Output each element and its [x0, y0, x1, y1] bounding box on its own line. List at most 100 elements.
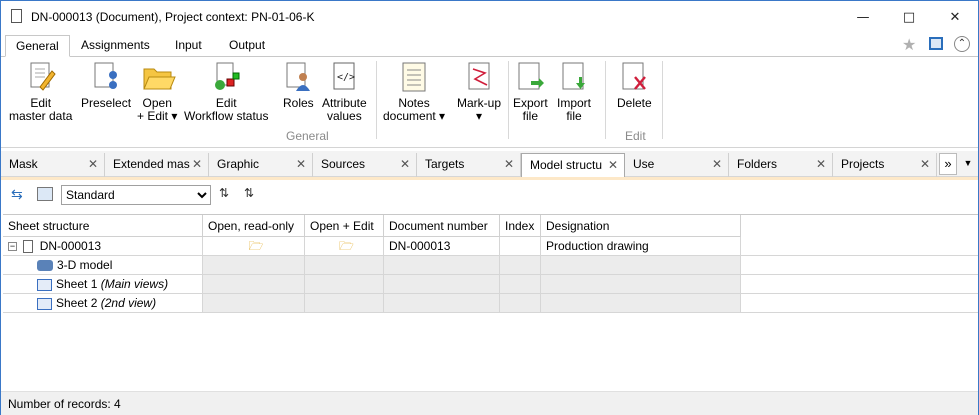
export-file-button[interactable]: Export file — [513, 61, 548, 123]
tab-output[interactable]: Output — [219, 35, 275, 57]
collapse-ribbon-icon[interactable]: ⌃ — [954, 36, 970, 52]
roles-button[interactable]: Roles — [283, 61, 314, 110]
doc-tab-model-structure[interactable]: Model structu ✕ — [521, 153, 625, 177]
view-selector[interactable]: Standard — [61, 185, 211, 205]
table-row[interactable]: Sheet 2 (2nd view) — [3, 294, 978, 313]
close-tab-icon[interactable]: ✕ — [712, 153, 722, 175]
doc-tab-projects[interactable]: Projects ✕ — [833, 153, 937, 177]
close-tab-icon[interactable]: ✕ — [88, 153, 98, 175]
edit-master-data-button[interactable]: Edit master data — [9, 61, 72, 123]
column-header-document-number[interactable]: Document number — [384, 215, 500, 237]
favorite-star-icon[interactable]: ★ — [902, 35, 916, 55]
open-edit-cell[interactable]: 🗁 — [305, 237, 384, 256]
column-header-designation[interactable]: Designation — [541, 215, 741, 237]
import-file-icon — [559, 61, 589, 93]
mark-up-icon — [464, 61, 494, 93]
refresh-icon[interactable]: ⇆ — [11, 186, 23, 203]
3d-model-icon — [37, 260, 53, 272]
filler-cell — [741, 256, 978, 275]
notes-document-button[interactable]: Notes document ▾ — [383, 61, 445, 123]
open-read-only-cell[interactable]: 🗁 — [203, 237, 305, 256]
expand-all-icon[interactable]: ⇅ — [219, 186, 229, 200]
tab-general[interactable]: General — [5, 35, 70, 57]
column-header-index[interactable]: Index — [500, 215, 541, 237]
preselect-button[interactable]: Preselect — [81, 61, 131, 110]
table-row[interactable]: Sheet 1 (Main views) — [3, 275, 978, 294]
table-row[interactable]: − DN-000013 🗁 🗁 DN-000013 Production dra… — [3, 237, 978, 256]
table-row[interactable]: 3-D model — [3, 256, 978, 275]
filler-cell — [741, 237, 978, 256]
index-cell — [500, 256, 541, 275]
open-edit-cell — [305, 294, 384, 313]
image-view-icon[interactable] — [37, 187, 53, 201]
document-window: DN-000013 (Document), Project context: P… — [0, 0, 979, 415]
doc-tab-graphic[interactable]: Graphic ✕ — [209, 153, 313, 177]
doc-tab-mask[interactable]: Mask ✕ — [1, 153, 105, 177]
attribute-values-icon: </> — [329, 61, 359, 93]
folder-open-icon — [142, 61, 176, 93]
close-tab-icon[interactable]: ✕ — [192, 153, 202, 175]
designation-cell — [541, 256, 741, 275]
column-header-open-edit[interactable]: Open + Edit — [305, 215, 384, 237]
doc-tab-use[interactable]: Use ✕ — [625, 153, 729, 177]
index-cell — [500, 294, 541, 313]
close-button[interactable]: ✕ — [932, 1, 978, 33]
document-tab-bar: Mask ✕ Extended mas ✕ Graphic ✕ Sources ✕ Ta… — [1, 151, 978, 177]
tab-assignments[interactable]: Assignments — [71, 35, 160, 57]
close-tab-icon[interactable]: ✕ — [400, 153, 410, 175]
column-header-sheet-structure[interactable]: Sheet structure — [3, 215, 203, 237]
designation-cell — [541, 275, 741, 294]
doc-tab-sources[interactable]: Sources ✕ — [313, 153, 417, 177]
doc-tab-label: Graphic — [217, 157, 260, 171]
mark-up-label: Mark-up ▾ — [457, 96, 502, 123]
tab-input[interactable]: Input — [165, 35, 212, 57]
doc-tab-extended-mask[interactable]: Extended mas ✕ — [105, 153, 209, 177]
doc-tab-targets[interactable]: Targets ✕ — [417, 153, 521, 177]
ribbon-separator — [508, 61, 509, 139]
doc-tab-label: Sources — [321, 157, 366, 171]
open-edit-button[interactable]: Open + Edit ▾ — [137, 61, 177, 123]
collapse-node-icon[interactable]: − — [8, 242, 17, 252]
preselect-icon — [91, 61, 121, 93]
structure-grid: Sheet structure Open, read-only Open + E… — [3, 214, 978, 391]
window-layout-icon[interactable] — [929, 37, 943, 50]
window-title: DN-000013 (Document), Project context: P… — [31, 10, 315, 24]
doc-tab-folders[interactable]: Folders ✕ — [729, 153, 833, 177]
delete-button[interactable]: Delete — [617, 61, 652, 110]
minimize-button[interactable]: — — [840, 1, 886, 33]
sheet-icon — [37, 278, 52, 291]
tab-list-dropdown-icon[interactable]: ▼ — [959, 153, 977, 175]
more-tabs-icon[interactable]: » — [939, 153, 957, 175]
collapse-all-icon[interactable]: ⇅ — [244, 186, 254, 200]
index-cell — [500, 237, 541, 256]
preselect-label: Preselect — [81, 96, 132, 110]
filler-cell — [741, 275, 978, 294]
open-edit-label: Open + Edit ▾ — [137, 96, 178, 123]
designation-cell: Production drawing — [541, 237, 741, 256]
row-note: (2nd view) — [100, 296, 157, 310]
edit-workflow-status-button[interactable]: Edit Workflow status — [184, 61, 268, 123]
row-note: (Main views) — [100, 277, 169, 291]
workflow-status-icon — [211, 61, 241, 93]
close-tab-icon[interactable]: ✕ — [608, 154, 618, 176]
doc-tab-label: Targets — [425, 157, 465, 171]
roles-label: Roles — [283, 96, 314, 110]
mark-up-button[interactable]: Mark-up ▾ — [457, 61, 501, 123]
close-tab-icon[interactable]: ✕ — [920, 153, 930, 175]
open-edit-cell — [305, 256, 384, 275]
record-count: Number of records: 4 — [8, 397, 121, 411]
folder-lock-icon[interactable]: 🗁 — [249, 239, 264, 253]
close-tab-icon[interactable]: ✕ — [816, 153, 826, 175]
export-file-label: Export file — [513, 96, 548, 123]
row-name: DN-000013 — [39, 239, 102, 253]
folder-open-icon[interactable]: 🗁 — [339, 239, 354, 253]
index-cell — [500, 275, 541, 294]
column-header-open-read-only[interactable]: Open, read-only — [203, 215, 305, 237]
attribute-values-button[interactable]: </> Attribute values — [322, 61, 367, 123]
close-tab-icon[interactable]: ✕ — [296, 153, 306, 175]
designation-cell — [541, 294, 741, 313]
maximize-button[interactable]: □ — [886, 1, 932, 33]
close-tab-icon[interactable]: ✕ — [504, 153, 514, 175]
import-file-button[interactable]: Import file — [557, 61, 591, 123]
document-number-cell — [384, 256, 500, 275]
